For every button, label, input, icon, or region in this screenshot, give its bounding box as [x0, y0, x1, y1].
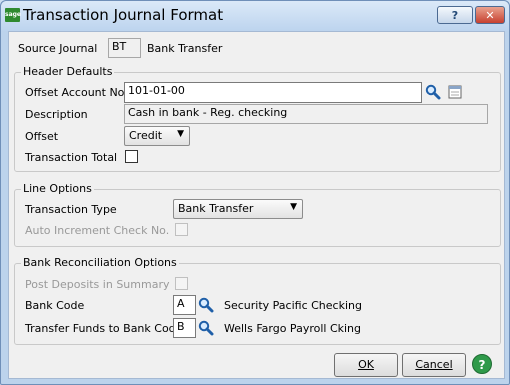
transaction-total-checkbox[interactable]: [125, 150, 138, 163]
line-options-label: Line Options: [21, 182, 94, 195]
description-field: Cash in bank - Reg. checking: [124, 104, 488, 124]
magnifier-icon[interactable]: [425, 84, 441, 100]
sage-logo-icon: sage: [5, 8, 21, 22]
magnifier-icon[interactable]: [198, 297, 214, 313]
auto-increment-label: Auto Increment Check No.: [25, 224, 170, 237]
dialog-window: sage Transaction Journal Format ? ✕ Sour…: [0, 0, 510, 385]
ok-button-label: OK: [358, 358, 374, 371]
chevron-down-icon: ▼: [177, 129, 184, 139]
transfer-funds-label: Transfer Funds to Bank Code: [25, 322, 183, 335]
auto-increment-checkbox[interactable]: [175, 223, 188, 236]
offset-account-label: Offset Account No.: [25, 86, 128, 99]
calendar-icon[interactable]: [447, 84, 463, 100]
source-journal-label: Source Journal: [18, 42, 98, 55]
dialog-body: Source Journal BT Bank Transfer Header D…: [8, 31, 505, 379]
offset-select[interactable]: Credit ▼: [124, 126, 190, 146]
magnifier-icon[interactable]: [198, 320, 214, 336]
transaction-type-label: Transaction Type: [25, 203, 117, 216]
header-defaults-label: Header Defaults: [21, 65, 115, 78]
ok-button[interactable]: OK: [334, 353, 398, 377]
transfer-funds-name: Wells Fargo Payroll Cking: [224, 322, 362, 335]
help-title-button[interactable]: ?: [437, 6, 473, 24]
chevron-down-icon: ▼: [290, 202, 297, 212]
bank-reconciliation-label: Bank Reconciliation Options: [21, 256, 179, 269]
bank-code-name: Security Pacific Checking: [224, 299, 362, 312]
transfer-funds-input[interactable]: B: [173, 318, 196, 338]
post-deposits-checkbox[interactable]: [175, 277, 188, 290]
description-label: Description: [25, 108, 88, 121]
transaction-type-select[interactable]: Bank Transfer ▼: [173, 199, 303, 219]
offset-account-input[interactable]: 101-01-00: [124, 82, 422, 103]
bank-code-label: Bank Code: [25, 299, 85, 312]
cancel-button[interactable]: Cancel: [402, 353, 466, 377]
offset-label: Offset: [25, 130, 59, 143]
bank-code-input[interactable]: A: [173, 295, 196, 315]
help-icon[interactable]: ?: [472, 354, 492, 374]
cancel-button-label: Cancel: [415, 358, 453, 371]
window-title: Transaction Journal Format: [23, 6, 224, 24]
title-bar: sage Transaction Journal Format ? ✕: [1, 1, 509, 31]
close-button[interactable]: ✕: [475, 6, 505, 24]
transaction-type-value: Bank Transfer: [178, 202, 254, 215]
post-deposits-label: Post Deposits in Summary: [25, 278, 170, 291]
offset-select-value: Credit: [129, 129, 163, 142]
transaction-total-label: Transaction Total: [25, 151, 118, 164]
source-journal-name: Bank Transfer: [147, 42, 223, 55]
source-journal-code: BT: [108, 38, 141, 58]
